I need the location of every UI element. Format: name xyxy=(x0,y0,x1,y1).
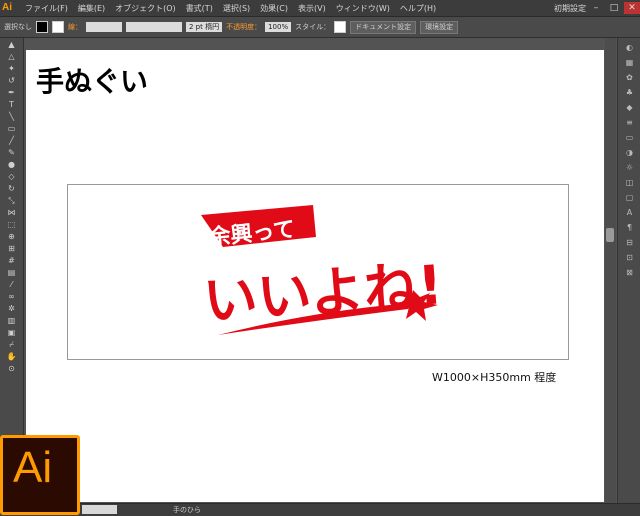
zoom-field[interactable] xyxy=(82,505,117,514)
menu-bar: Ai ファイル(F) 編集(E) オブジェクト(O) 書式(T) 選択(S) 効… xyxy=(0,0,640,17)
lasso-icon[interactable]: ↺ xyxy=(5,76,19,86)
status-bar: 手のひら xyxy=(0,503,640,516)
document-title: 手ぬぐい xyxy=(36,65,149,98)
canvas-area[interactable]: 手ぬぐい 余興って いいよね! W1000×H350mm 程度 xyxy=(26,50,604,502)
artboard-tool-icon[interactable]: ▣ xyxy=(5,328,19,338)
brushes-panel-icon[interactable]: ✿ xyxy=(623,73,637,83)
app-icon-label: Ai xyxy=(13,443,53,492)
stroke-panel-icon[interactable]: ≡ xyxy=(623,118,637,128)
blend-tool-icon[interactable]: ∞ xyxy=(5,292,19,302)
eyedropper-icon[interactable]: ⁄ xyxy=(5,280,19,290)
swatches-panel-icon[interactable]: ▦ xyxy=(623,58,637,68)
pen-tool-icon[interactable]: ✒ xyxy=(5,88,19,98)
menu-view[interactable]: 表示(V) xyxy=(293,3,331,14)
align-panel-icon[interactable]: ⊟ xyxy=(623,238,637,248)
fill-swatch[interactable] xyxy=(36,21,48,33)
color-panel-icon[interactable]: ◐ xyxy=(623,43,637,53)
tenugui-design: 余興って いいよね! xyxy=(201,205,445,335)
transform-panel-icon[interactable]: ⊠ xyxy=(623,268,637,278)
opacity-field[interactable]: 100% xyxy=(265,22,292,32)
size-note: W1000×H350mm 程度 xyxy=(432,371,557,384)
magic-wand-icon[interactable]: ✦ xyxy=(5,64,19,74)
menu-select[interactable]: 選択(S) xyxy=(218,3,255,14)
selection-tool-icon[interactable]: ▲ xyxy=(5,40,19,50)
workspace-switcher[interactable]: 初期設定 xyxy=(554,3,586,14)
paintbrush-icon[interactable]: ╱ xyxy=(5,136,19,146)
type-tool-icon[interactable]: T xyxy=(5,100,19,110)
menu-type[interactable]: 書式(T) xyxy=(181,3,218,14)
artboard[interactable]: 余興って いいよね! xyxy=(67,184,569,360)
scrollbar-thumb[interactable] xyxy=(606,228,614,242)
style-label: スタイル： xyxy=(295,23,331,31)
preferences-button[interactable]: 環境設定 xyxy=(420,20,459,34)
column-graph-icon[interactable]: ▥ xyxy=(5,316,19,326)
main-text: いいよね! xyxy=(201,253,444,333)
paragraph-panel-icon[interactable]: ¶ xyxy=(623,223,637,233)
selection-status: 選択なし xyxy=(4,23,32,31)
close-icon[interactable]: ✕ xyxy=(624,2,640,14)
control-bar: 選択なし 線： 2 pt 楕円 不透明度： 100% スタイル： ドキュメント設… xyxy=(0,17,640,38)
document-setup-button[interactable]: ドキュメント設定 xyxy=(350,20,417,34)
gradient-panel-icon[interactable]: ▭ xyxy=(623,133,637,143)
symbols-panel-icon[interactable]: ♣ xyxy=(623,88,637,98)
graphic-styles-icon[interactable]: ◆ xyxy=(623,103,637,113)
menu-file[interactable]: ファイル(F) xyxy=(20,3,73,14)
scale-tool-icon[interactable]: ⤡ xyxy=(5,196,19,206)
menu-help[interactable]: ヘルプ(H) xyxy=(395,3,441,14)
pathfinder-panel-icon[interactable]: ⊡ xyxy=(623,253,637,263)
maximize-icon[interactable]: □ xyxy=(606,2,622,14)
stroke-label[interactable]: 線： xyxy=(68,22,82,32)
style-swatch[interactable] xyxy=(334,21,347,33)
illustrator-app-icon: Ai xyxy=(0,435,80,515)
pencil-icon[interactable]: ✎ xyxy=(5,148,19,158)
menu-edit[interactable]: 編集(E) xyxy=(73,3,110,14)
minimize-icon[interactable]: – xyxy=(588,2,604,14)
menu-object[interactable]: オブジェクト(O) xyxy=(110,3,181,14)
artboards-panel-icon[interactable]: ▢ xyxy=(623,193,637,203)
zoom-tool-icon[interactable]: ⊙ xyxy=(5,364,19,374)
rectangle-tool-icon[interactable]: ▭ xyxy=(5,124,19,134)
character-panel-icon[interactable]: A xyxy=(623,208,637,218)
direct-selection-tool-icon[interactable]: △ xyxy=(5,52,19,62)
stroke-weight-field[interactable] xyxy=(86,22,122,32)
blob-brush-icon[interactable]: ● xyxy=(5,160,19,170)
menu-effect[interactable]: 効果(C) xyxy=(255,3,293,14)
shape-builder-icon[interactable]: ⊕ xyxy=(5,232,19,242)
vertical-scrollbar[interactable] xyxy=(605,38,616,503)
brush-definition[interactable]: 2 pt 楕円 xyxy=(186,22,223,32)
stroke-swatch[interactable] xyxy=(52,21,64,33)
line-tool-icon[interactable]: ╲ xyxy=(5,112,19,122)
transparency-panel-icon[interactable]: ◑ xyxy=(623,148,637,158)
variable-width-field[interactable] xyxy=(126,22,182,32)
appearance-panel-icon[interactable]: ☼ xyxy=(623,163,637,173)
slice-tool-icon[interactable]: ⌿ xyxy=(5,340,19,350)
panel-dock: ◐ ▦ ✿ ♣ ◆ ≡ ▭ ◑ ☼ ◫ ▢ A ¶ ⊟ ⊡ ⊠ xyxy=(617,38,640,508)
menu-window[interactable]: ウィンドウ(W) xyxy=(331,3,395,14)
gradient-tool-icon[interactable]: ▤ xyxy=(5,268,19,278)
width-tool-icon[interactable]: ⋈ xyxy=(5,208,19,218)
rotate-tool-icon[interactable]: ↻ xyxy=(5,184,19,194)
free-transform-icon[interactable]: ⬚ xyxy=(5,220,19,230)
current-tool-status: 手のひら xyxy=(173,506,201,514)
layers-panel-icon[interactable]: ◫ xyxy=(623,178,637,188)
mesh-tool-icon[interactable]: # xyxy=(5,256,19,266)
perspective-grid-icon[interactable]: ⊞ xyxy=(5,244,19,254)
eraser-icon[interactable]: ◇ xyxy=(5,172,19,182)
hand-tool-icon[interactable]: ✋ xyxy=(5,352,19,362)
symbol-sprayer-icon[interactable]: ✲ xyxy=(5,304,19,314)
app-logo: Ai xyxy=(2,2,12,13)
opacity-label[interactable]: 不透明度： xyxy=(226,22,261,32)
